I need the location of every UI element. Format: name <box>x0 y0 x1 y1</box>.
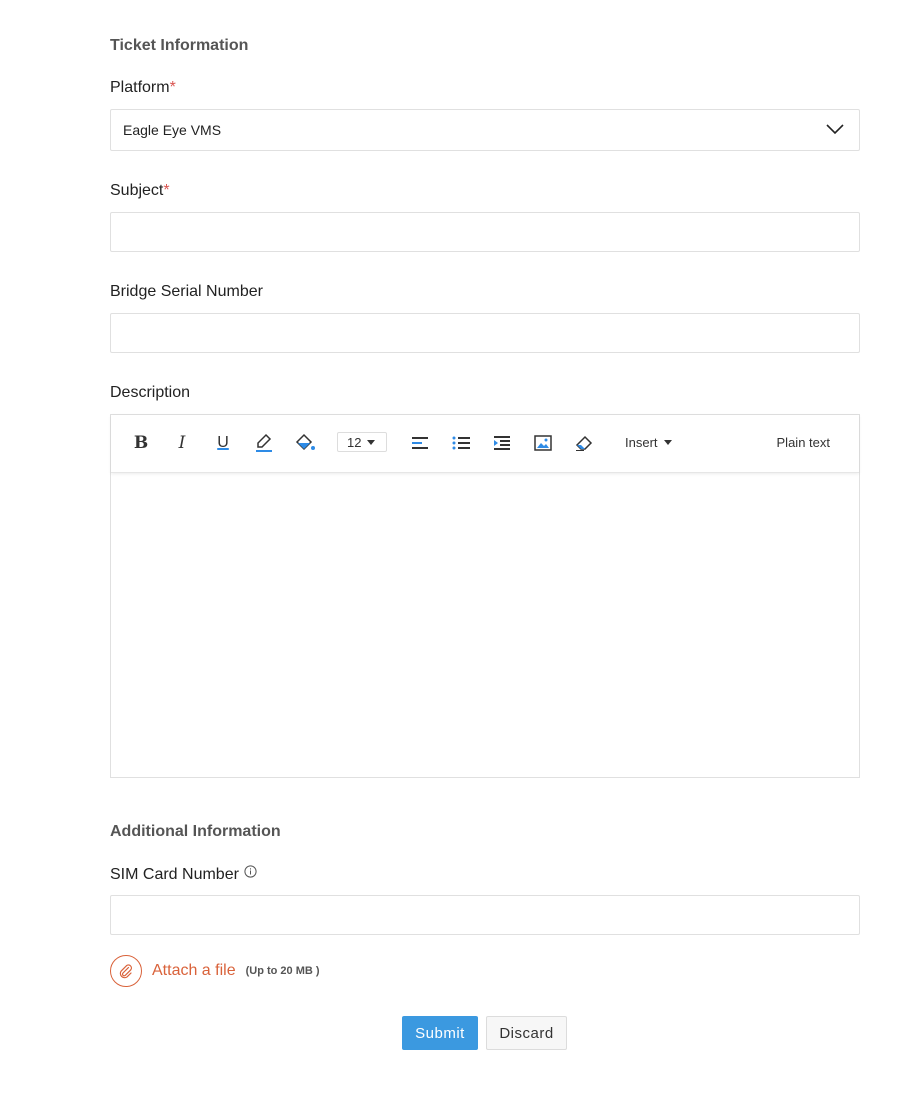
caret-down-icon <box>367 439 376 445</box>
submit-button[interactable]: Submit <box>402 1016 478 1050</box>
subject-input[interactable] <box>111 213 859 251</box>
sim-card-field[interactable] <box>110 895 860 935</box>
background-color-button[interactable] <box>293 431 317 455</box>
bridge-serial-field[interactable] <box>110 313 860 353</box>
paint-bucket-icon <box>295 433 315 451</box>
indent-icon <box>494 436 510 450</box>
sim-card-input[interactable] <box>111 896 859 934</box>
platform-label-text: Platform <box>110 79 170 96</box>
bold-button[interactable]: B <box>129 431 153 455</box>
italic-button[interactable]: I <box>170 431 194 455</box>
platform-label: Platform* <box>110 79 176 97</box>
sim-card-label-text: SIM Card Number <box>110 866 239 883</box>
description-text-area[interactable] <box>111 473 859 777</box>
attach-file-link[interactable]: Attach a file <box>152 962 236 980</box>
bullet-list-button[interactable] <box>449 431 473 455</box>
bullet-list-icon <box>452 436 470 450</box>
required-mark: * <box>169 79 176 96</box>
bridge-serial-label: Bridge Serial Number <box>110 283 263 300</box>
align-left-button[interactable] <box>408 431 432 455</box>
subject-field[interactable] <box>110 212 860 252</box>
caret-down-icon <box>663 440 672 445</box>
platform-selected-value: Eagle Eye VMS <box>123 122 222 138</box>
insert-image-button[interactable] <box>531 431 555 455</box>
font-size-select[interactable]: 12 <box>337 432 387 452</box>
image-icon <box>534 435 552 451</box>
editor-toolbar: B I U 12 Insert Plain text <box>111 415 859 473</box>
font-size-value: 12 <box>347 434 362 450</box>
insert-dropdown[interactable]: Insert <box>625 435 672 450</box>
subject-label: Subject* <box>110 182 170 200</box>
plain-text-toggle[interactable]: Plain text <box>777 435 830 450</box>
required-mark: * <box>163 182 170 199</box>
bridge-serial-input[interactable] <box>111 314 859 352</box>
text-color-button[interactable] <box>252 431 276 455</box>
description-editor: B I U 12 Insert Plain text <box>110 414 860 778</box>
discard-button[interactable]: Discard <box>486 1016 567 1050</box>
subject-label-text: Subject <box>110 182 164 199</box>
paperclip-icon[interactable] <box>110 955 142 987</box>
description-label: Description <box>110 384 191 401</box>
indent-button[interactable] <box>490 431 514 455</box>
clear-format-button[interactable] <box>572 431 596 455</box>
align-left-icon <box>412 437 428 449</box>
text-color-icon <box>256 433 272 452</box>
chevron-down-icon[interactable] <box>825 122 845 141</box>
additional-information-heading: Additional Information <box>110 823 281 840</box>
info-icon[interactable] <box>244 865 257 883</box>
insert-label: Insert <box>625 435 658 450</box>
underline-button[interactable]: U <box>211 431 235 455</box>
attach-file[interactable]: Attach a file (Up to 20 MB ) <box>110 955 320 987</box>
sim-card-label: SIM Card Number <box>110 865 257 884</box>
eraser-icon <box>575 435 593 451</box>
attach-size-note: (Up to 20 MB ) <box>245 965 320 977</box>
platform-select[interactable]: Eagle Eye VMS <box>110 109 860 151</box>
ticket-information-heading: Ticket Information <box>110 37 249 54</box>
